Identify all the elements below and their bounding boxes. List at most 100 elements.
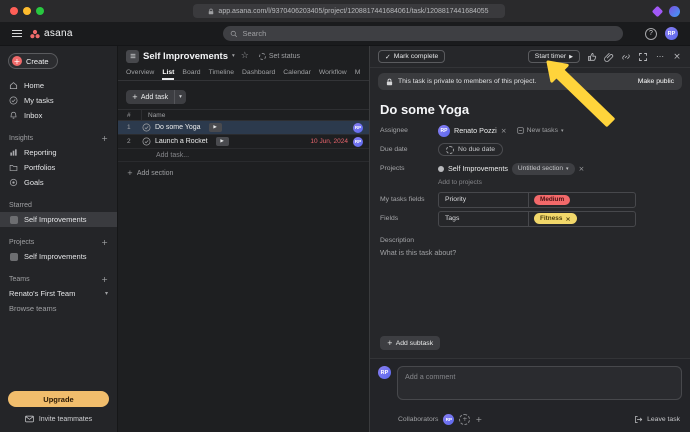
comment-input[interactable]: Add a comment [397,366,682,400]
section-label: Insights [9,135,34,142]
address-bar[interactable]: app.asana.com/l/9370406203405/project/12… [192,4,505,18]
link-icon[interactable] [621,52,631,62]
attachment-icon[interactable] [604,52,614,62]
my-tasks-fields-label: My tasks fields [380,196,425,203]
sidebar-item-home[interactable]: Home [0,78,117,93]
due-date-button[interactable]: No due date [438,143,504,156]
tab-overview[interactable]: Overview [126,66,154,80]
description-input[interactable]: What is this task about? [370,246,690,259]
mark-complete-button[interactable]: ✓ Mark complete [378,50,446,63]
url-text: app.asana.com/l/9370406203405/project/12… [218,7,489,15]
window-minimize-button[interactable] [23,7,31,15]
add-to-projects-button[interactable]: Add to projects [438,179,680,186]
tab-calendar[interactable]: Calendar [283,66,311,80]
tags-label[interactable]: Tags [439,211,529,226]
sidebar-item-portfolios[interactable]: Portfolios [0,160,117,175]
extension-icon[interactable] [651,5,664,17]
leave-task-label: Leave task [647,416,680,423]
like-icon[interactable] [587,52,597,62]
priority-label[interactable]: Priority [439,192,529,207]
play-timer-button[interactable]: ▶ [215,137,229,146]
remove-assignee-icon[interactable]: × [501,127,507,135]
section-selector[interactable]: Untitled section ▾ [511,162,575,175]
more-icon[interactable]: ⋯ [655,52,665,62]
task-name[interactable]: Launch a Rocket [155,138,208,145]
sidebar-item-browse-teams[interactable]: Browse teams [0,301,117,316]
tab-board[interactable]: Board [182,66,200,80]
close-icon[interactable]: × [672,52,682,62]
lock-icon [386,78,393,85]
star-icon[interactable]: ☆ [241,51,249,61]
assignee-avatar[interactable]: RP [438,124,450,137]
make-public-button[interactable]: Make public [638,78,674,85]
sidebar-item-my-tasks[interactable]: My tasks [0,93,117,108]
fullscreen-icon[interactable] [638,52,648,62]
add-task-button[interactable]: + Add task ▾ [126,90,186,104]
priority-badge[interactable]: Medium [534,194,571,205]
search-bar[interactable] [222,26,623,41]
add-collaborator-icon[interactable]: + [459,414,471,425]
check-icon: ✓ [385,52,391,61]
project-color-icon [9,215,18,224]
set-status-button[interactable]: Set status [258,52,300,60]
tab-dashboard[interactable]: Dashboard [242,66,275,80]
section-label: Teams [9,276,30,283]
sidebar-item-starred-self-improvements[interactable]: Self Improvements [0,212,117,227]
due-date-label: Due date [380,146,408,153]
start-timer-button[interactable]: Start timer ▶ [527,50,580,63]
tag-badge[interactable]: Fitness × [534,213,577,224]
caret-down-icon: ▾ [566,165,569,172]
sidebar-item-team[interactable]: Renato's First Team ▾ [0,286,117,301]
add-task-caret-icon[interactable]: ▾ [174,90,186,104]
plus-icon[interactable]: + [475,415,482,424]
collaborator-avatar[interactable]: RP [443,414,455,425]
project-name[interactable]: Self Improvements [448,164,508,173]
window-zoom-button[interactable] [36,7,44,15]
assignee-avatar[interactable]: RP [353,122,363,133]
help-icon[interactable]: ? [645,27,657,40]
add-project-icon[interactable]: + [101,238,108,247]
caret-down-icon[interactable]: ▾ [232,53,235,59]
browser-profile-icon[interactable] [669,5,680,17]
search-input[interactable] [242,29,616,38]
asana-logo[interactable]: asana [30,28,73,39]
add-subtask-button[interactable]: + Add subtask [380,336,441,350]
start-timer-label: Start timer [534,53,567,60]
task-check-icon[interactable] [142,137,151,146]
browser-chrome: app.asana.com/l/9370406203405/project/12… [0,0,690,22]
task-check-icon[interactable] [142,123,151,132]
assignee-avatar[interactable]: RP [353,136,363,147]
window-close-button[interactable] [10,7,18,15]
tab-timeline[interactable]: Timeline [209,66,234,80]
remove-tag-icon[interactable]: × [565,215,570,223]
invite-teammates-button[interactable]: Invite teammates [8,412,109,426]
check-circle-icon [9,96,18,105]
add-insight-icon[interactable]: + [101,134,108,143]
hamburger-menu-icon[interactable] [12,29,22,38]
sidebar-item-goals[interactable]: Goals [0,175,117,190]
sidebar-item-inbox[interactable]: Inbox [0,108,117,123]
create-button[interactable]: + Create [8,53,58,69]
assignee-name[interactable]: Renato Pozzi [454,126,497,135]
sidebar-item-label: Inbox [24,111,43,120]
add-task-inline[interactable]: Add task... [118,149,369,162]
tab-workflow[interactable]: Workflow [319,66,347,80]
leave-task-button[interactable]: Leave task [634,415,680,424]
play-timer-button[interactable]: ▶ [208,123,222,132]
add-section-button[interactable]: + Add section [118,169,369,177]
task-title[interactable]: Do some Yoga [370,95,690,122]
remove-project-icon[interactable]: × [579,165,585,173]
task-row-launch-a-rocket[interactable]: 2 Launch a Rocket ▶ 10 Jun, 2024 RP [118,135,369,149]
sidebar-item-project-self-improvements[interactable]: Self Improvements [0,249,117,264]
tab-messages-truncated[interactable]: M [355,66,361,80]
user-avatar[interactable]: RP [665,27,678,40]
add-team-icon[interactable]: + [101,275,108,284]
task-row-do-some-yoga[interactable]: 1 Do some Yoga ▶ RP [118,121,369,135]
window-controls[interactable] [10,7,44,15]
task-name[interactable]: Do some Yoga [155,124,201,131]
sidebar-item-reporting[interactable]: Reporting [0,145,117,160]
upgrade-button[interactable]: Upgrade [8,391,109,407]
asana-logo-icon [30,29,40,38]
new-tasks-selector[interactable]: New tasks ▾ [516,127,564,134]
tab-list[interactable]: List [162,66,175,80]
